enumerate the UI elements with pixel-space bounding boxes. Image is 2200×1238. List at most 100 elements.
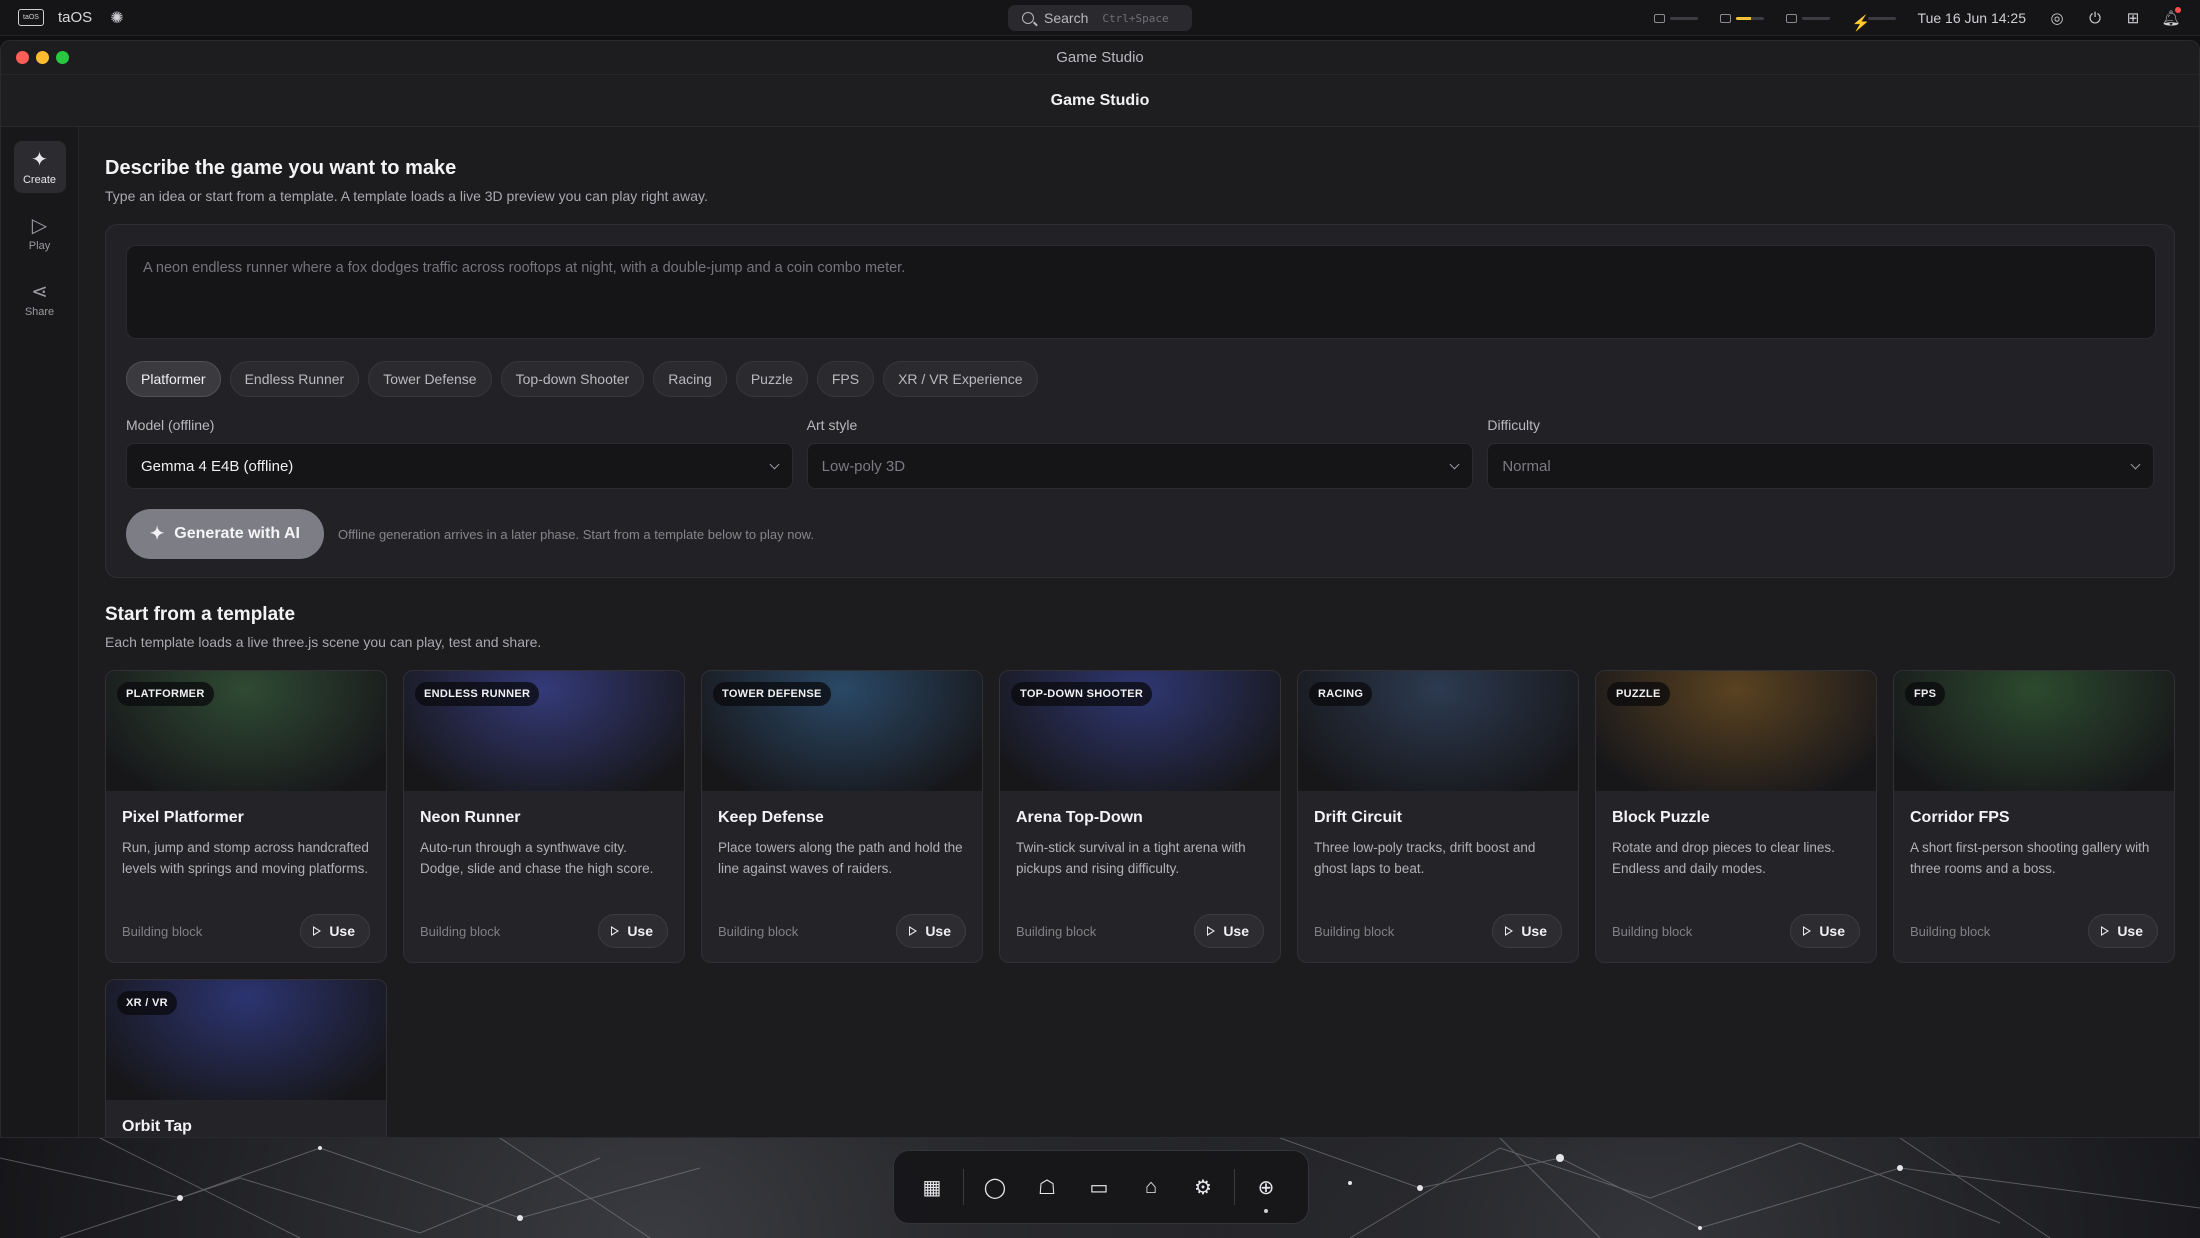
power-meter[interactable]: ⚡ (1852, 14, 1896, 32)
templates-subtitle: Each template loads a live three.js scen… (105, 634, 542, 650)
main-content: Describe the game you want to make Type … (105, 127, 2175, 1137)
page-title: Describe the game you want to make (105, 157, 457, 179)
control-center-icon[interactable]: ⊞ (2124, 9, 2142, 27)
use-label: Use (2117, 923, 2143, 939)
close-button[interactable] (16, 51, 29, 64)
sidebar-item-label: Share (24, 305, 55, 318)
art-style-select[interactable]: Low-poly 3D (806, 443, 1474, 489)
use-label: Use (1223, 923, 1249, 939)
template-grid: PLATFORMER Pixel Platformer Run, jump and … (105, 670, 2175, 1137)
template-card[interactable]: RACING Drift Circuit Three low-poly tracks… (1297, 670, 1579, 963)
template-card[interactable]: PLATFORMER Pixel Platformer Run, jump and … (105, 670, 387, 963)
sidebar-item-share[interactable]: ⋖ Share (14, 273, 66, 325)
use-label: Use (925, 923, 951, 939)
template-thumbnail: TOP-DOWN SHOOTER (1000, 671, 1280, 791)
robot-icon[interactable]: ☖ (1024, 1164, 1070, 1210)
chevron-down-icon (2130, 459, 2141, 469)
taos-logo-icon[interactable]: taOS (18, 9, 44, 26)
template-card[interactable]: FPS Corridor FPS A short first-person shoo… (1893, 670, 2175, 963)
genre-chip-top-down-shooter[interactable]: Top-down Shooter (500, 361, 645, 397)
sidebar-item-label: Play (28, 239, 51, 252)
settings-gear-icon[interactable]: ⚙ (1180, 1164, 1226, 1210)
focus-icon[interactable]: ◎ (2048, 9, 2066, 27)
global-search[interactable]: Search Ctrl+Space (1008, 5, 1192, 31)
window-titlebar[interactable]: Game Studio (1, 41, 2199, 75)
template-card[interactable]: ENDLESS RUNNER Neon Runner Auto-run throug… (403, 670, 685, 963)
template-thumbnail: XR / VR (106, 980, 386, 1100)
template-description: A short first-person shooting gallery wi… (1910, 840, 2150, 876)
template-kind: Building block (1612, 923, 1693, 939)
play-icon (611, 926, 620, 936)
template-footer: Building block Use (718, 914, 966, 948)
chat-icon[interactable]: ◯ (972, 1164, 1018, 1210)
store-bag-icon[interactable]: ⌂ (1128, 1164, 1174, 1210)
genre-chip-xr-vr[interactable]: XR / VR Experience (883, 361, 1038, 397)
genre-chip-platformer[interactable]: Platformer (126, 361, 221, 397)
genre-chip-racing[interactable]: Racing (653, 361, 727, 397)
templates-heading: Start from a template (105, 604, 296, 625)
difficulty-select[interactable]: Normal (1487, 443, 2155, 489)
template-title: Keep Defense (718, 809, 824, 826)
folder-icon[interactable]: ▭ (1076, 1164, 1122, 1210)
genre-chip-puzzle[interactable]: Puzzle (735, 361, 808, 397)
generate-with-ai-button[interactable]: ✦ Generate with AI (126, 509, 324, 559)
minimize-button[interactable] (36, 51, 49, 64)
model-select[interactable]: Gemma 4 E4B (offline) (126, 443, 793, 489)
notification-bell-icon[interactable]: 🔔︎ (2161, 7, 2181, 27)
template-tag: FPS (1905, 682, 1946, 706)
template-description: Auto-run through a synthwave city. Dodge… (420, 840, 654, 876)
assistant-sparkle-icon[interactable]: ✺ (110, 8, 123, 28)
maximize-button[interactable] (56, 51, 69, 64)
model-field: Model (offline) Gemma 4 E4B (offline) (126, 417, 793, 489)
apps-grid-icon[interactable]: ▦ (909, 1164, 955, 1210)
genre-chip-tower-defense[interactable]: Tower Defense (368, 361, 492, 397)
template-card[interactable]: XR / VR Orbit Tap (105, 979, 387, 1137)
page-subtitle: Type an idea or start from a template. A… (105, 188, 708, 204)
use-template-button[interactable]: Use (1194, 914, 1264, 948)
genre-chip-fps[interactable]: FPS (816, 361, 875, 397)
sidebar-item-create[interactable]: ✦ Create (13, 141, 66, 193)
memory-meter[interactable] (1719, 13, 1764, 23)
use-template-button[interactable]: Use (300, 914, 370, 948)
template-description: Rotate and drop pieces to clear lines. E… (1612, 840, 1835, 876)
game-idea-input[interactable]: A neon endless runner where a fox dodges… (126, 245, 2156, 339)
play-icon: ▷ (31, 214, 48, 237)
genre-chip-endless-runner[interactable]: Endless Runner (229, 361, 360, 397)
cpu-meter[interactable] (1653, 13, 1698, 23)
clock[interactable]: Tue 16 Jun 14:25 (1918, 10, 2026, 26)
sidebar-item-play[interactable]: ▷ Play (14, 207, 66, 259)
use-template-button[interactable]: Use (896, 914, 966, 948)
template-thumbnail: TOWER DEFENSE (702, 671, 982, 791)
play-icon (1207, 926, 1216, 936)
create-panel: A neon endless runner where a fox dodges… (105, 224, 2175, 578)
gamepad-icon[interactable]: ⊕ (1243, 1164, 1289, 1213)
template-card[interactable]: TOP-DOWN SHOOTER Arena Top-Down Twin-stick… (999, 670, 1281, 963)
template-card[interactable]: PUZZLE Block Puzzle Rotate and drop pieces… (1595, 670, 1877, 963)
template-title: Block Puzzle (1612, 809, 1710, 826)
template-thumbnail: PLATFORMER (106, 671, 386, 791)
system-app-name[interactable]: taOS (58, 9, 92, 26)
use-template-button[interactable]: Use (1790, 914, 1860, 948)
play-icon (1803, 926, 1812, 936)
window-controls (16, 51, 69, 64)
use-label: Use (329, 923, 355, 939)
template-card[interactable]: TOWER DEFENSE Keep Defense Place towers al… (701, 670, 983, 963)
use-template-button[interactable]: Use (2088, 914, 2158, 948)
sidebar: ✦ Create ▷ Play ⋖ Share (1, 127, 79, 1137)
sidebar-item-label: Create (22, 173, 57, 186)
running-indicator (1264, 1209, 1268, 1213)
power-button-icon[interactable]: ⏻ (2086, 9, 2104, 27)
template-tag: PLATFORMER (117, 682, 214, 706)
use-template-button[interactable]: Use (1492, 914, 1562, 948)
difficulty-label: Difficulty (1487, 417, 1540, 433)
use-template-button[interactable]: Use (598, 914, 668, 948)
template-tag: TOWER DEFENSE (713, 682, 831, 706)
template-title: Drift Circuit (1314, 809, 1402, 826)
template-kind: Building block (718, 923, 799, 939)
model-value: Gemma 4 E4B (offline) (141, 457, 294, 475)
template-title: Corridor FPS (1910, 809, 2010, 826)
disk-meter[interactable] (1785, 13, 1830, 23)
template-kind: Building block (1016, 923, 1097, 939)
template-thumbnail: RACING (1298, 671, 1578, 791)
template-thumbnail: FPS (1894, 671, 2174, 791)
